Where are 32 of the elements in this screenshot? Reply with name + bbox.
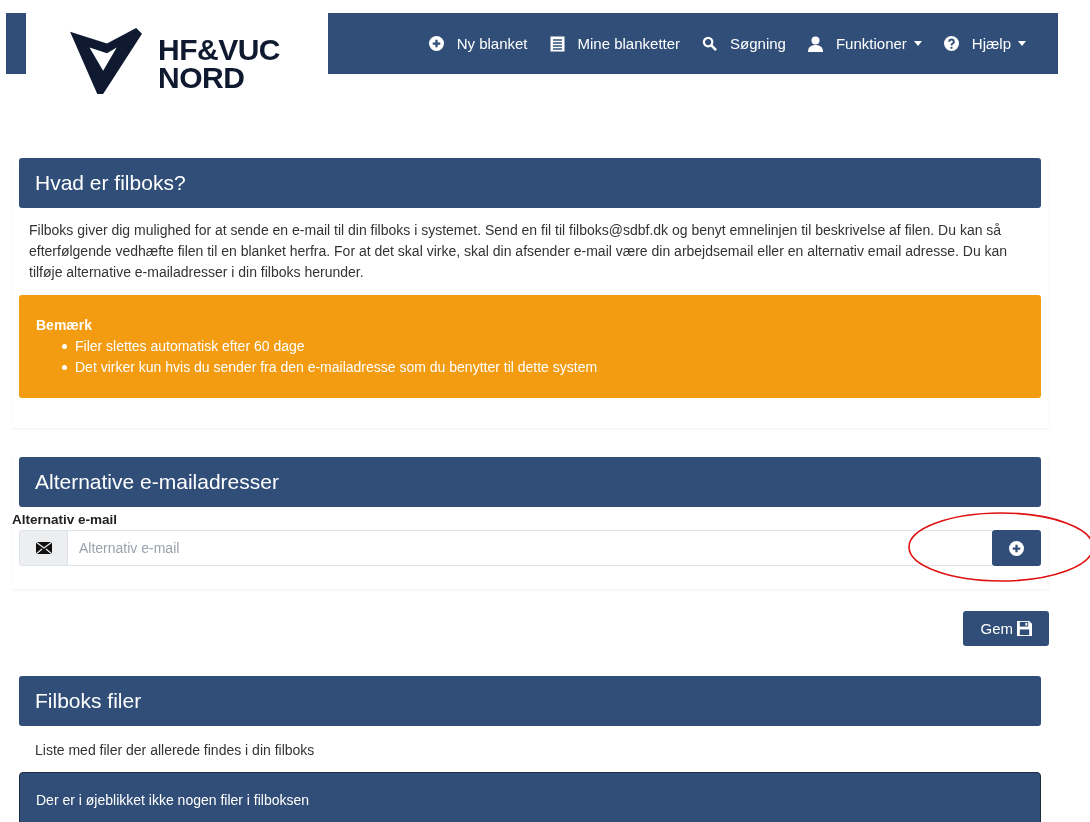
nav-link[interactable]: Ny blanket bbox=[428, 35, 528, 52]
user-icon bbox=[807, 35, 823, 52]
field-label: Alternativ e-mail bbox=[12, 512, 119, 527]
plus-circle-icon bbox=[428, 36, 444, 51]
description-text: Liste med filer der allerede findes i din filboks bbox=[35, 742, 316, 758]
bullet-icon bbox=[62, 365, 67, 370]
bullet-icon bbox=[62, 344, 67, 349]
add-button[interactable] bbox=[992, 530, 1041, 566]
empty-files-message: Der er i øjeblikket ikke nogen filer i filboksen bbox=[19, 772, 1041, 822]
nav-link[interactable]: Mine blanketter bbox=[549, 35, 681, 52]
panel-heading: Filboks filer bbox=[19, 676, 1041, 726]
description-text: Filboks giver dig mulighed for at sende en e-mail til din filboks i systemet. Send en fil til filboks@sdbf.dk og benyt emnelinjen til beskrivelse af filen. Du kan så efterfølgende vedhæfte filen til en blanket herfra. For at det skal virke, skal din afsender e-mail være din arbejdsemail eller en alternativ email adresse. Du kan tilføje alternative e-mailadresser i din filboks herunder. bbox=[29, 221, 1009, 282]
help-icon bbox=[943, 36, 959, 51]
plus-circle-icon bbox=[1009, 540, 1024, 556]
notice-item: Det virker kun hvis du sender fra den e-mailadresse som du benytter til dette system bbox=[75, 358, 598, 377]
nav-link[interactable]: Hjælp bbox=[943, 35, 1026, 52]
panel-heading: Hvad er filboks? bbox=[19, 158, 1041, 208]
nav-link[interactable]: Søgning bbox=[702, 35, 786, 52]
notice-title: Bemærk bbox=[36, 316, 94, 335]
nav-link[interactable]: Funktioner bbox=[807, 35, 922, 52]
envelope-icon bbox=[35, 542, 52, 554]
list-icon bbox=[549, 35, 565, 52]
save-button[interactable]: Gem bbox=[963, 611, 1049, 646]
notice-item: Filer slettes automatisk efter 60 dage bbox=[75, 337, 305, 356]
logo-text: NORD bbox=[158, 64, 245, 92]
email-input[interactable]: Alternativ e-mail bbox=[68, 530, 992, 566]
logo-text: HF&VUC bbox=[158, 36, 280, 64]
search-icon bbox=[702, 36, 718, 51]
panel-heading: Alternative e-mailadresser bbox=[19, 457, 1041, 507]
caret-icon bbox=[1018, 41, 1026, 46]
header-bar-stub bbox=[6, 13, 26, 74]
caret-icon bbox=[913, 41, 922, 46]
